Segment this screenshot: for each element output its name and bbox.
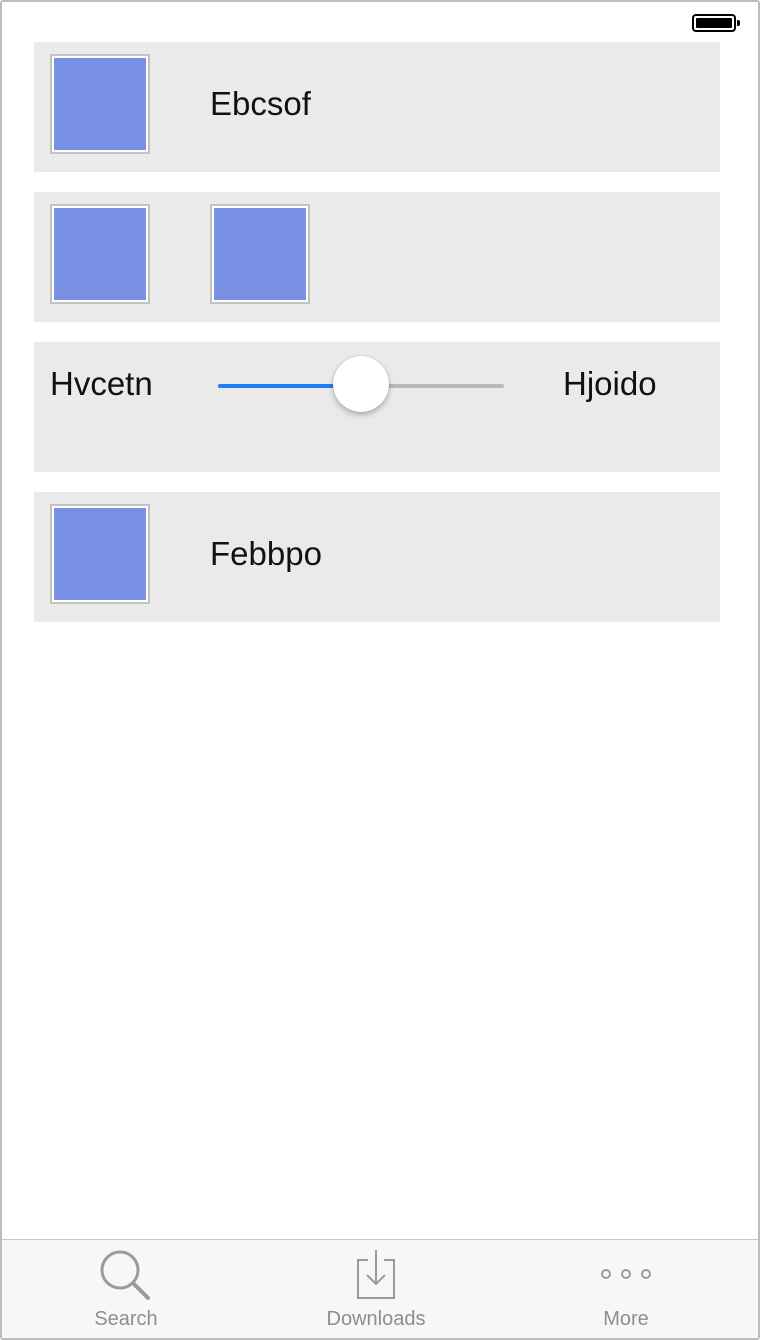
tab-more[interactable]: More [526, 1240, 726, 1338]
search-icon [98, 1248, 154, 1305]
tab-label: More [603, 1308, 649, 1330]
slider-min-label: Hvcetn [50, 365, 153, 402]
list-item-label: Febbpo [210, 535, 322, 572]
app-screen: Ebcsof Hvcetn Hjoido Febbpo Search Downl… [0, 0, 760, 1340]
slider-thumb[interactable] [333, 356, 389, 412]
list-item [34, 192, 720, 322]
tab-label: Search [94, 1308, 158, 1330]
image-thumbnail[interactable] [50, 54, 150, 154]
battery-full-icon [692, 14, 740, 32]
more-icon [598, 1248, 654, 1305]
list-item-label: Ebcsof [210, 85, 311, 122]
tab-label: Downloads [326, 1308, 426, 1330]
list-item[interactable]: Febbpo [34, 492, 720, 622]
image-thumbnail[interactable] [50, 504, 150, 604]
tab-bar: Search Downloads More [2, 1239, 758, 1338]
downloads-icon [354, 1248, 398, 1305]
tab-search[interactable]: Search [26, 1240, 226, 1338]
list-item[interactable]: Ebcsof [34, 42, 720, 172]
image-thumbnail[interactable] [50, 204, 150, 304]
slider-max-label: Hjoido [563, 365, 657, 402]
image-thumbnail[interactable] [210, 204, 310, 304]
tab-downloads[interactable]: Downloads [276, 1240, 476, 1338]
slider-row: Hvcetn Hjoido [34, 342, 720, 472]
